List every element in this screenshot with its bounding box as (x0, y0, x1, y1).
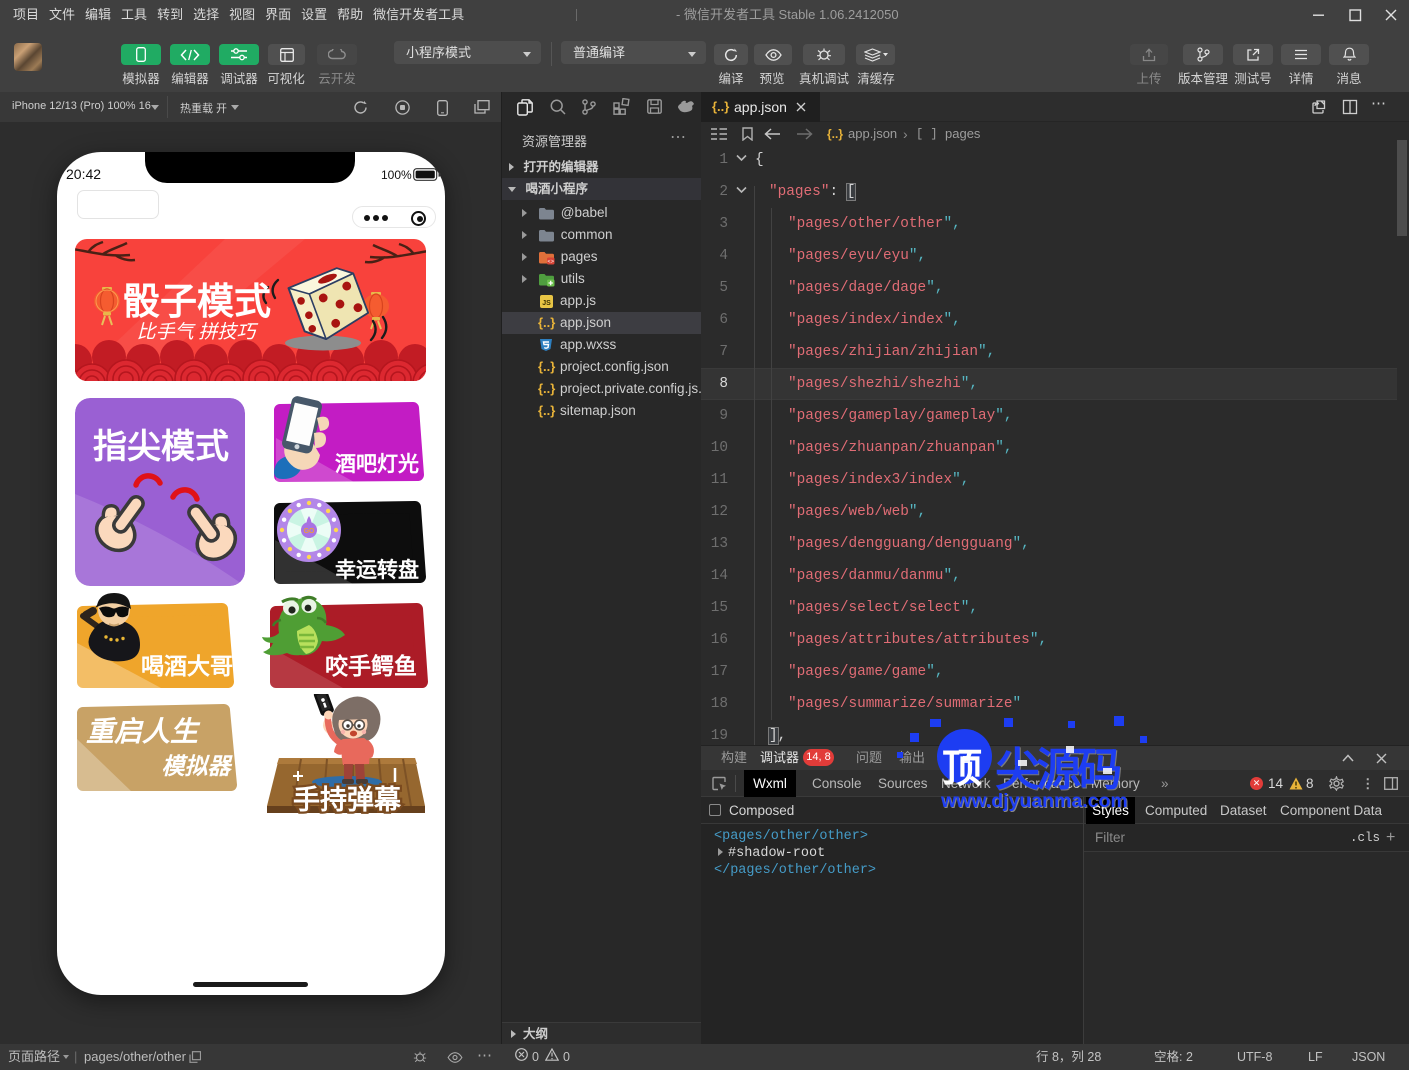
svg-text:骰子模式: 骰子模式 (123, 281, 271, 322)
svg-text:JS: JS (542, 300, 551, 307)
svg-text:比手气 拼技巧: 比手气 拼技巧 (137, 322, 259, 343)
svg-text:酒吧灯光: 酒吧灯光 (335, 453, 419, 476)
svg-text:GO: GO (304, 528, 315, 535)
svg-text:<>: <> (547, 258, 554, 265)
svg-text:咬手鳄鱼: 咬手鳄鱼 (325, 653, 417, 679)
svg-text:指尖模式: 指尖模式 (93, 428, 229, 466)
svg-text:模拟器: 模拟器 (162, 753, 234, 779)
svg-text:喝酒大哥: 喝酒大哥 (141, 653, 233, 679)
svg-text:重启人生: 重启人生 (86, 716, 201, 747)
svg-text:手持弹幕: 手持弹幕 (293, 785, 402, 815)
svg-text:幸运转盘: 幸运转盘 (335, 558, 419, 582)
